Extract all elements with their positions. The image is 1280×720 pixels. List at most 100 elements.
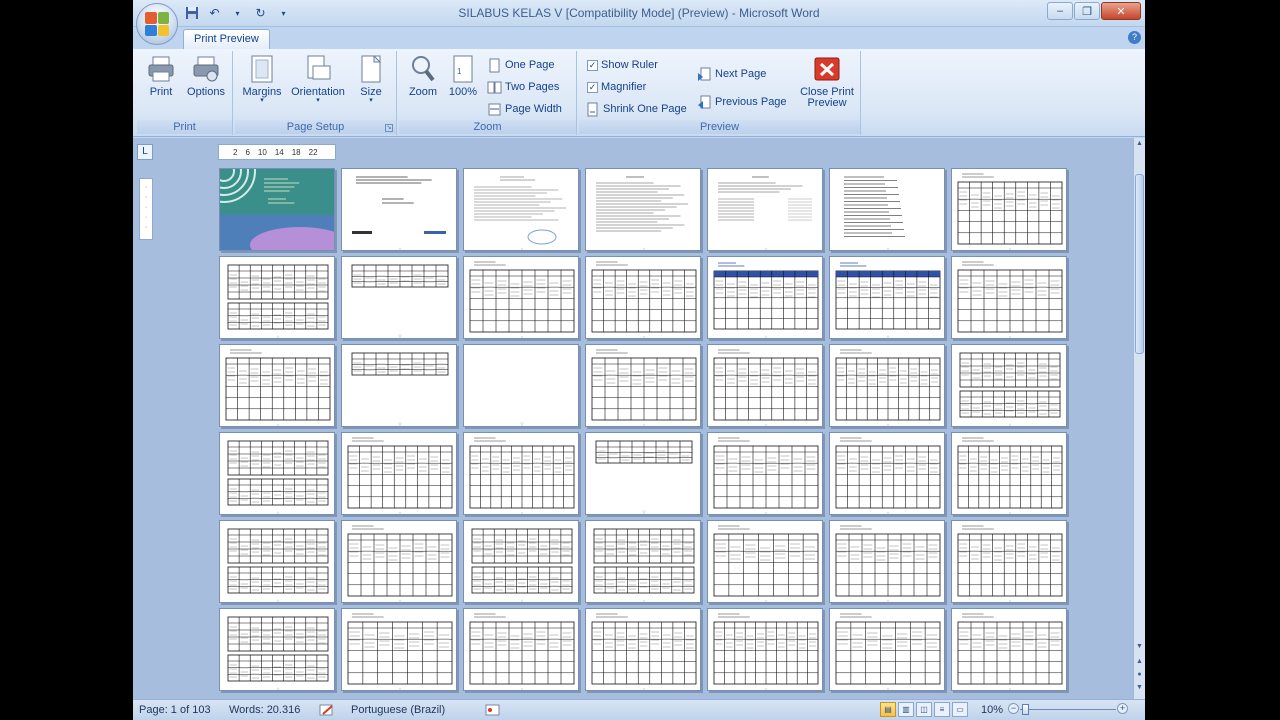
page-thumbnail[interactable]: [829, 344, 945, 427]
scroll-down-icon[interactable]: ▼: [1135, 643, 1144, 653]
page-thumbnail[interactable]: [463, 168, 579, 251]
page-thumbnail[interactable]: [951, 256, 1067, 339]
proofing-icon[interactable]: [319, 703, 335, 717]
zoom-out-icon[interactable]: −: [1008, 703, 1019, 714]
document-area[interactable]: L 2 6 10 14 18 22 · · · · · ▲ ▼ ▲ ● ▼: [133, 138, 1145, 699]
zoom-button[interactable]: Zoom: [405, 54, 441, 98]
close-preview-icon: [813, 54, 841, 84]
printer-icon: [147, 54, 175, 84]
draft-view-icon[interactable]: ▭: [952, 702, 968, 717]
next-browse-icon[interactable]: ▼: [1135, 684, 1144, 693]
page-thumbnail[interactable]: [951, 344, 1067, 427]
page-thumbnail[interactable]: [463, 608, 579, 691]
page-thumbnail[interactable]: [219, 608, 335, 691]
page-preview-graphic: [596, 176, 689, 250]
one-page-button[interactable]: One Page: [487, 56, 555, 74]
size-button[interactable]: Size ▾: [353, 54, 389, 104]
page-thumbnail[interactable]: [707, 432, 823, 515]
page-thumbnail[interactable]: [585, 520, 701, 603]
page-thumbnail[interactable]: [951, 608, 1067, 691]
zoom-level[interactable]: 10%: [981, 704, 1003, 716]
minimize-button[interactable]: –: [1047, 2, 1073, 20]
page-thumbnail[interactable]: [341, 168, 457, 251]
page-thumbnail[interactable]: [219, 344, 335, 427]
previous-page-icon: [697, 95, 712, 110]
tab-print-preview[interactable]: Print Preview: [183, 29, 270, 49]
orientation-icon: [304, 54, 332, 84]
print-layout-view-icon[interactable]: ▤: [880, 702, 896, 717]
outline-view-icon[interactable]: ≡: [934, 702, 950, 717]
page-preview-graphic: [351, 352, 449, 426]
page-thumbnail[interactable]: [707, 608, 823, 691]
page-thumbnail[interactable]: [707, 256, 823, 339]
page-thumbnail[interactable]: [585, 344, 701, 427]
page-thumbnail[interactable]: [341, 520, 457, 603]
page-preview-graphic: [347, 525, 453, 602]
page-preview-graphic: [835, 525, 941, 602]
two-pages-button[interactable]: Two Pages: [487, 78, 559, 96]
zoom-slider-knob[interactable]: [1021, 704, 1029, 715]
page-thumbnail[interactable]: [707, 168, 823, 251]
page-thumbnail[interactable]: [951, 520, 1067, 603]
page-thumbnail[interactable]: [219, 520, 335, 603]
ruler-tab-selector[interactable]: L: [137, 144, 153, 160]
page-thumbnail[interactable]: [585, 432, 701, 515]
close-button[interactable]: ✕: [1101, 2, 1141, 20]
page-thumbnail[interactable]: [829, 256, 945, 339]
page-thumbnail[interactable]: [341, 256, 457, 339]
page-thumbnail[interactable]: [585, 168, 701, 251]
page-thumbnail[interactable]: [463, 256, 579, 339]
page-thumbnail[interactable]: [219, 256, 335, 339]
page-thumbnail[interactable]: [219, 168, 335, 251]
magnifier-checkbox[interactable]: ✓ Magnifier: [587, 78, 646, 96]
previous-page-button[interactable]: Previous Page: [697, 93, 787, 111]
page-thumbnail[interactable]: [341, 432, 457, 515]
full-screen-reading-icon[interactable]: ▥: [898, 702, 914, 717]
page-thumbnail[interactable]: [341, 608, 457, 691]
web-layout-icon[interactable]: ◫: [916, 702, 932, 717]
shrink-one-page-button[interactable]: Shrink One Page: [585, 100, 687, 118]
scroll-up-icon[interactable]: ▲: [1135, 140, 1144, 150]
page-thumbnail[interactable]: [829, 432, 945, 515]
next-page-button[interactable]: Next Page: [697, 65, 766, 83]
page-thumbnail[interactable]: [463, 432, 579, 515]
office-button[interactable]: [136, 3, 178, 45]
page-thumbnail[interactable]: [829, 608, 945, 691]
page-thumbnail[interactable]: [829, 168, 945, 251]
page-thumbnail[interactable]: [463, 520, 579, 603]
page-thumbnail[interactable]: [219, 432, 335, 515]
page-thumbnail[interactable]: [829, 520, 945, 603]
zoom-100-button[interactable]: 1 100%: [445, 54, 481, 98]
help-icon[interactable]: ?: [1128, 31, 1141, 44]
page-preview-graphic: [835, 613, 941, 690]
browse-object-icon[interactable]: ●: [1135, 671, 1144, 680]
vertical-scrollbar[interactable]: ▲ ▼ ▲ ● ▼: [1133, 138, 1145, 699]
page-thumbnail[interactable]: [585, 256, 701, 339]
page-thumbnail[interactable]: [341, 344, 457, 427]
show-ruler-checkbox[interactable]: ✓ Show Ruler: [587, 56, 658, 74]
zoom-slider[interactable]: − +: [1008, 703, 1128, 716]
margins-button[interactable]: Margins ▾: [239, 54, 285, 104]
page-count[interactable]: Page: 1 of 103: [139, 704, 211, 716]
page-thumbnail[interactable]: [707, 344, 823, 427]
previous-browse-icon[interactable]: ▲: [1135, 658, 1144, 667]
horizontal-ruler[interactable]: 2 6 10 14 18 22: [218, 144, 336, 160]
page-thumbnail[interactable]: [463, 344, 579, 427]
page-width-button[interactable]: Page Width: [487, 100, 562, 118]
close-print-preview-button[interactable]: Close Print Preview: [797, 54, 857, 109]
maximize-button[interactable]: ❐: [1074, 2, 1100, 20]
page-thumbnail[interactable]: [707, 520, 823, 603]
dialog-launcher-icon[interactable]: ↘: [385, 124, 393, 132]
zoom-in-icon[interactable]: +: [1117, 703, 1128, 714]
vertical-ruler[interactable]: · · · · ·: [139, 178, 153, 240]
orientation-button[interactable]: Orientation ▾: [285, 54, 351, 104]
options-button[interactable]: Options: [185, 54, 227, 98]
page-thumbnail[interactable]: [951, 168, 1067, 251]
page-thumbnail[interactable]: [951, 432, 1067, 515]
page-thumbnail[interactable]: [585, 608, 701, 691]
print-button[interactable]: Print: [143, 54, 179, 98]
word-count[interactable]: Words: 20.316: [229, 704, 300, 716]
scrollbar-thumb[interactable]: [1135, 174, 1144, 354]
language[interactable]: Portuguese (Brazil): [351, 704, 445, 716]
macro-record-icon[interactable]: [485, 703, 501, 717]
